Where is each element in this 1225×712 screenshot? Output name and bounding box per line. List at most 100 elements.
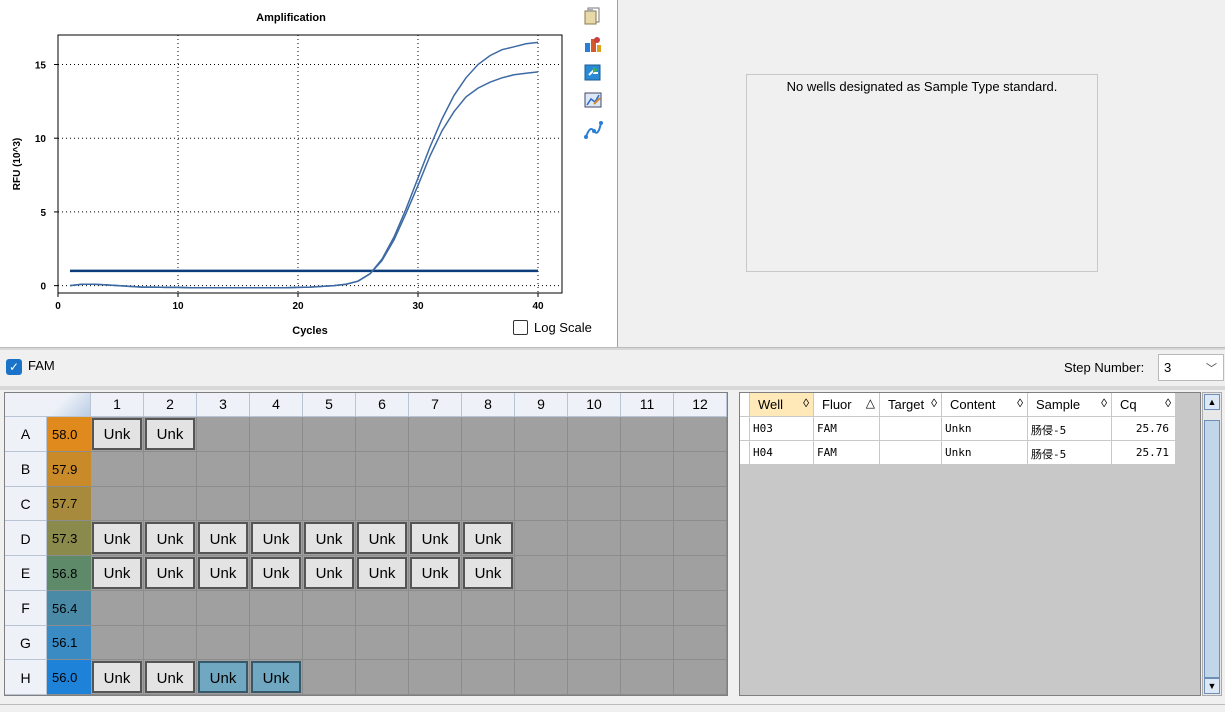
plate-column-header[interactable]: 11	[621, 393, 674, 417]
sort-icon[interactable]: ◊	[931, 396, 937, 410]
plate-well[interactable]	[568, 451, 621, 487]
plate-row-header[interactable]: C	[5, 486, 47, 522]
plate-well[interactable]	[356, 486, 409, 522]
plate-well[interactable]	[409, 590, 462, 626]
table-header-sample[interactable]: Sample ◊	[1028, 393, 1112, 417]
plate-well[interactable]	[91, 451, 144, 487]
plate-well[interactable]	[621, 417, 674, 452]
chart-settings-icon[interactable]	[582, 90, 604, 110]
plate-well[interactable]	[462, 451, 515, 487]
well-unknown[interactable]: Unk	[251, 661, 301, 693]
copy-icon[interactable]	[582, 6, 604, 26]
plate-well[interactable]	[674, 625, 727, 661]
plate-well[interactable]	[515, 451, 568, 487]
plate-well[interactable]	[197, 625, 250, 661]
scroll-down-button[interactable]: ▼	[1204, 678, 1220, 694]
plate-well[interactable]	[250, 417, 303, 452]
plate-well[interactable]	[515, 625, 568, 661]
table-cell[interactable]	[880, 441, 942, 465]
plate-well[interactable]	[197, 451, 250, 487]
horizontal-splitter[interactable]	[0, 347, 1225, 350]
table-cell[interactable]: H03	[750, 417, 814, 441]
table-cell[interactable]: FAM	[814, 441, 880, 465]
plate-well[interactable]	[303, 486, 356, 522]
table-header-cq[interactable]: Cq ◊	[1112, 393, 1176, 417]
plate-column-header[interactable]: 12	[674, 393, 727, 417]
plate-well[interactable]	[356, 660, 409, 695]
scrollbar-thumb[interactable]	[1204, 420, 1220, 678]
plate-well[interactable]	[409, 486, 462, 522]
plate-well[interactable]	[144, 590, 197, 626]
sort-icon[interactable]: ◊	[803, 396, 809, 410]
plate-row-header[interactable]: F	[5, 590, 47, 626]
plate-well[interactable]	[409, 451, 462, 487]
plate-well[interactable]	[674, 660, 727, 695]
well-unknown[interactable]: Unk	[145, 522, 195, 554]
well-unknown[interactable]: Unk	[410, 522, 460, 554]
plate-well[interactable]	[303, 625, 356, 661]
chevron-down-icon[interactable]: ﹀	[1206, 360, 1217, 376]
well-unknown[interactable]: Unk	[145, 557, 195, 589]
well-unknown[interactable]: Unk	[92, 522, 142, 554]
plate-well[interactable]	[674, 451, 727, 487]
well-unknown[interactable]: Unk	[410, 557, 460, 589]
plate-well[interactable]	[515, 417, 568, 452]
table-header-well[interactable]: Well ◊	[750, 393, 814, 417]
row-marker[interactable]	[740, 417, 750, 441]
plate-well[interactable]	[197, 417, 250, 452]
export-data-icon[interactable]	[582, 62, 604, 82]
plate-well[interactable]	[462, 486, 515, 522]
plate-well[interactable]	[356, 625, 409, 661]
plate-column-header[interactable]: 7	[409, 393, 462, 417]
plate-well[interactable]	[250, 625, 303, 661]
well-unknown[interactable]: Unk	[463, 557, 513, 589]
well-unknown[interactable]: Unk	[463, 522, 513, 554]
plate-well[interactable]	[303, 451, 356, 487]
sort-icon[interactable]: ◊	[1101, 396, 1107, 410]
plate-column-header[interactable]: 6	[356, 393, 409, 417]
row-marker[interactable]	[740, 441, 750, 465]
plate-row-header[interactable]: G	[5, 625, 47, 661]
plate-well[interactable]	[674, 417, 727, 452]
plate-row-header[interactable]: H	[5, 660, 47, 695]
log-scale-checkbox[interactable]: Log Scale	[513, 320, 592, 335]
plate-column-header[interactable]: 10	[568, 393, 621, 417]
plate-well[interactable]	[409, 660, 462, 695]
plate-well[interactable]	[621, 521, 674, 556]
plate-well[interactable]	[356, 417, 409, 452]
plate-well[interactable]	[568, 486, 621, 522]
plate-well[interactable]	[144, 486, 197, 522]
well-unknown[interactable]: Unk	[145, 661, 195, 693]
plate-well[interactable]	[621, 451, 674, 487]
plate-corner[interactable]	[5, 393, 91, 417]
scroll-up-button[interactable]: ▲	[1204, 394, 1220, 410]
table-header-fluor[interactable]: Fluor △	[814, 393, 880, 417]
well-unknown[interactable]: Unk	[304, 557, 354, 589]
plate-row-header[interactable]: E	[5, 556, 47, 591]
plate-well[interactable]	[91, 590, 144, 626]
plate-row-header[interactable]: D	[5, 521, 47, 556]
plate-well[interactable]	[356, 451, 409, 487]
plate-well[interactable]	[621, 556, 674, 591]
well-unknown[interactable]: Unk	[198, 522, 248, 554]
plate-well[interactable]	[462, 660, 515, 695]
well-unknown[interactable]: Unk	[92, 661, 142, 693]
plate-column-header[interactable]: 2	[144, 393, 197, 417]
well-unknown[interactable]: Unk	[357, 557, 407, 589]
sort-icon[interactable]: ◊	[1017, 396, 1023, 410]
plate-row-header[interactable]: B	[5, 451, 47, 487]
plate-well[interactable]	[250, 451, 303, 487]
plate-well[interactable]	[250, 590, 303, 626]
well-unknown[interactable]: Unk	[251, 557, 301, 589]
table-header-content[interactable]: Content ◊	[942, 393, 1028, 417]
plate-well[interactable]	[568, 556, 621, 591]
table-cell[interactable]: 25.71	[1112, 441, 1176, 465]
table-cell[interactable]: Unkn	[942, 441, 1028, 465]
plate-well[interactable]	[674, 486, 727, 522]
fam-checkbox[interactable]: ✓	[6, 359, 22, 375]
plate-well[interactable]	[568, 417, 621, 452]
well-unknown[interactable]: Unk	[198, 661, 248, 693]
log-scale-box[interactable]	[513, 320, 528, 335]
plate-well[interactable]	[568, 625, 621, 661]
well-unknown[interactable]: Unk	[357, 522, 407, 554]
